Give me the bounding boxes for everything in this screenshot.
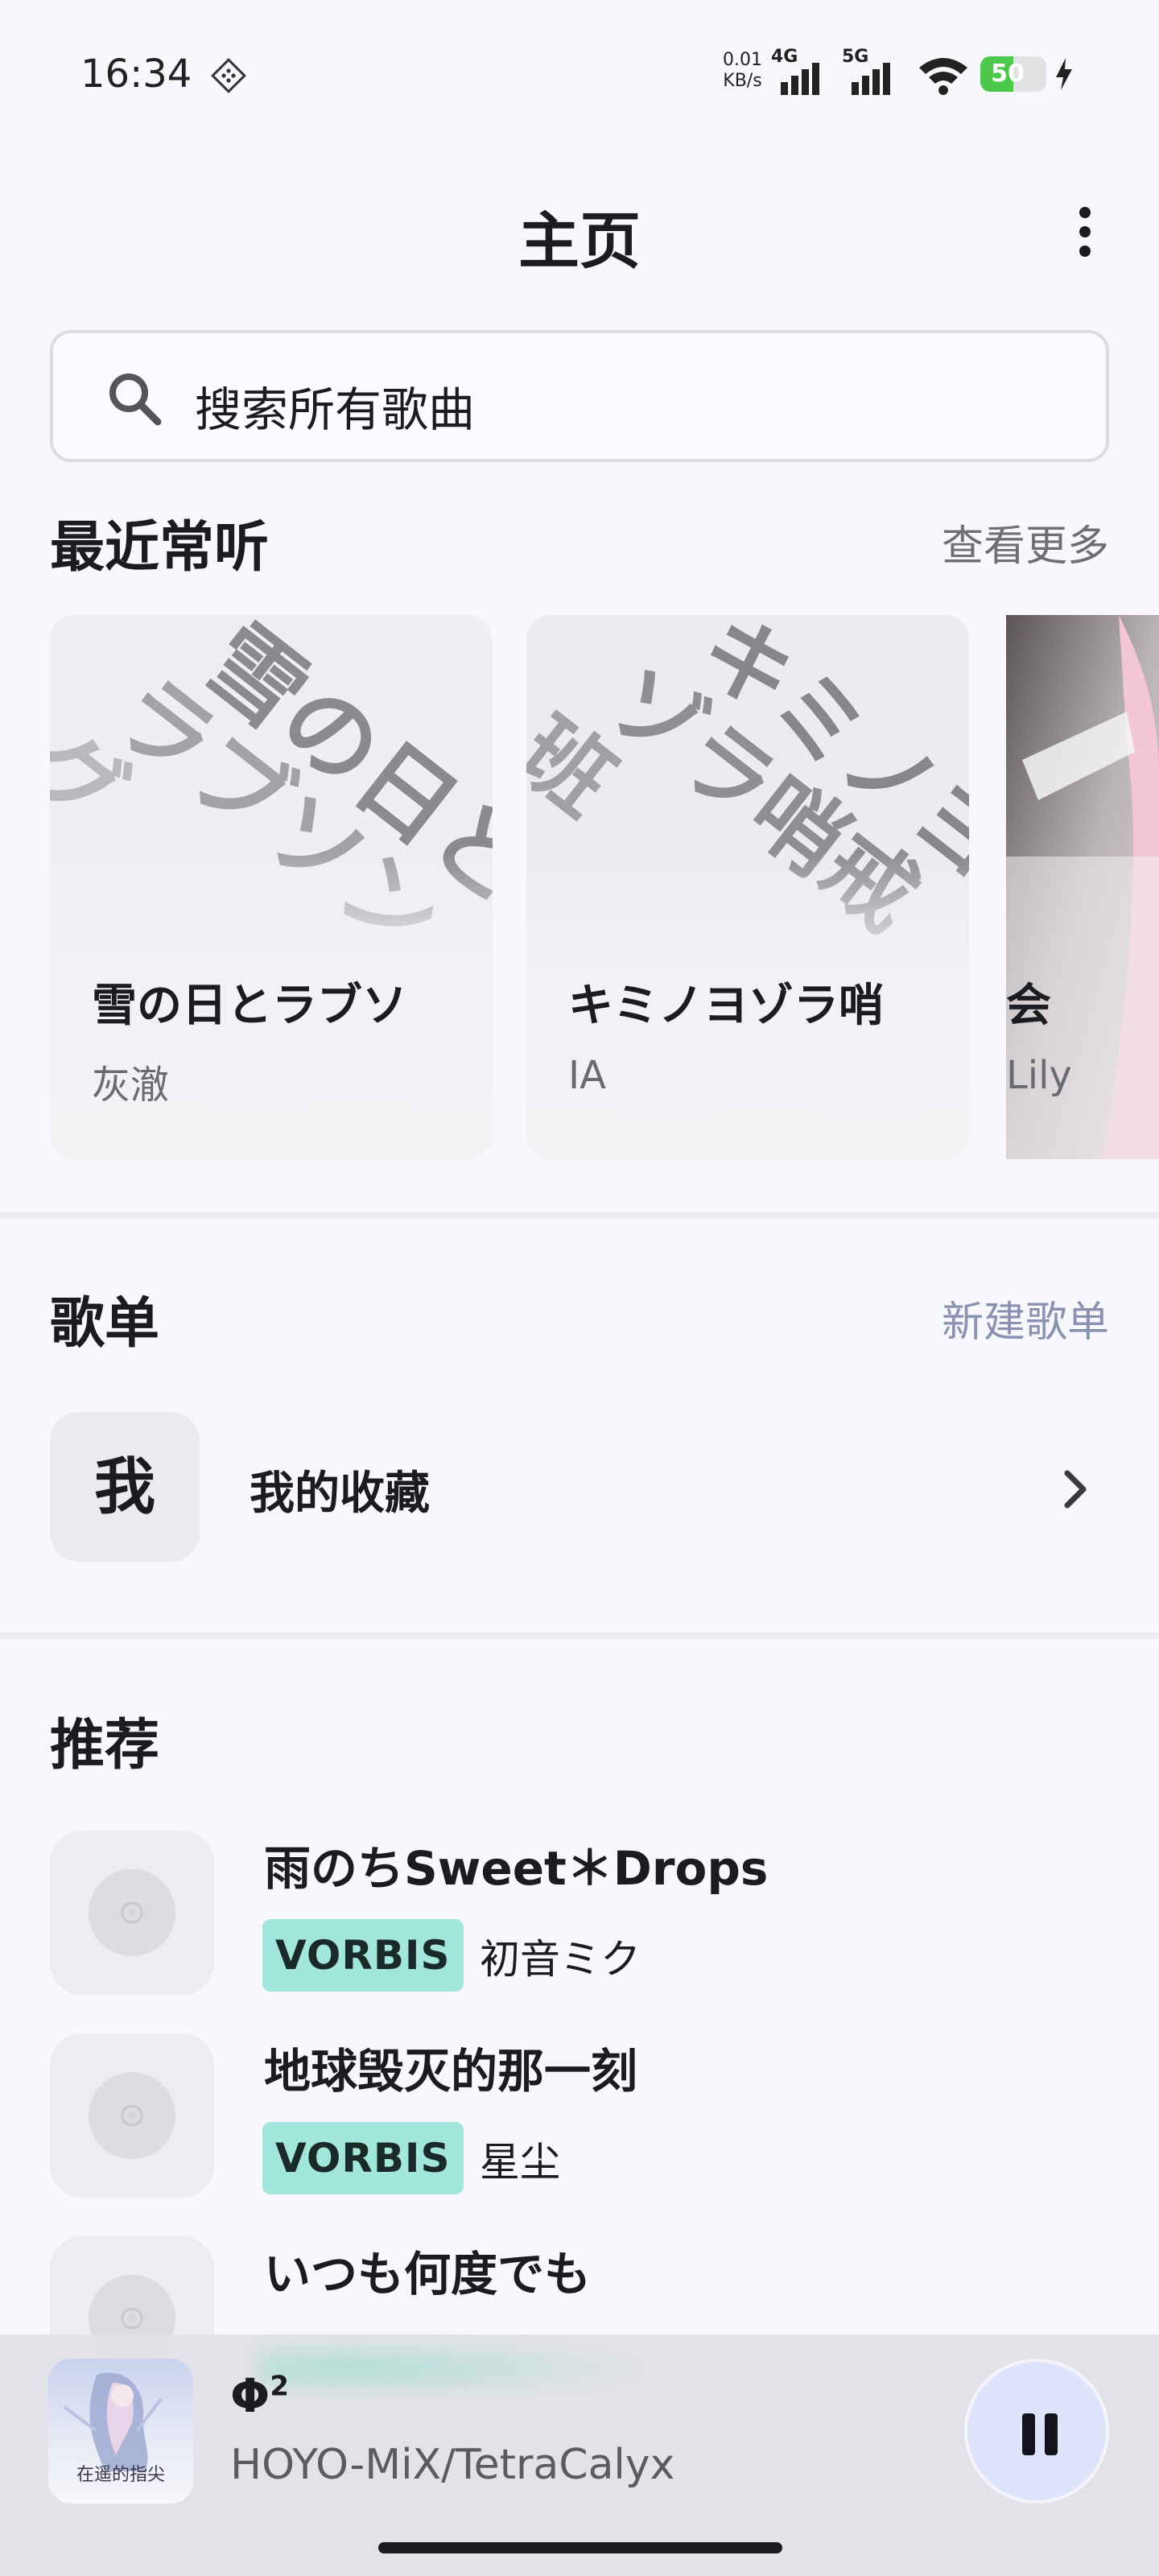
pause-button[interactable] xyxy=(964,2359,1109,2504)
playlist-item[interactable]: 我 我的收藏 xyxy=(0,1401,1159,1578)
more-options-button[interactable] xyxy=(1061,200,1109,264)
card-artist: IA xyxy=(568,1053,606,1098)
network-speed: 0.01 KB/s xyxy=(723,50,762,92)
card-title: 会 xyxy=(1006,980,1051,1032)
new-playlist-button[interactable]: 新建歌单 xyxy=(942,1288,1109,1348)
recent-card[interactable]: キミノヨ ゾラ哨戒 班 キミノヨゾラ哨 IA xyxy=(526,615,969,1159)
search-icon xyxy=(109,374,162,426)
section-divider xyxy=(0,1212,1159,1219)
cell-signal-5g: 5G xyxy=(842,47,906,95)
track-row[interactable]: 雨のちSweet＊Drops VORBIS 初音ミク xyxy=(0,1831,1159,2000)
now-playing-title: Φ2 xyxy=(230,2368,289,2423)
recent-card[interactable]: 雪の日と ラブソン グ 雪の日とラブソ 灰澈 xyxy=(50,615,493,1159)
track-title: いつも何度でも xyxy=(264,2247,592,2301)
format-tag: VORBIS xyxy=(262,1919,464,1992)
battery-level: 50 xyxy=(991,60,1025,88)
playlists-section-title: 歌单 xyxy=(50,1292,160,1356)
more-vertical-icon xyxy=(1079,207,1091,218)
now-playing-title-text: Φ xyxy=(230,2368,270,2423)
view-more-link[interactable]: 查看更多 xyxy=(942,512,1109,572)
track-artist: 初音ミク xyxy=(480,1936,641,1983)
track-title: 雨のちSweet＊Drops xyxy=(264,1841,769,1896)
signal-bars-icon xyxy=(781,63,819,95)
now-playing-title-superscript: 2 xyxy=(270,2370,289,2403)
search-placeholder: 搜索所有歌曲 xyxy=(195,382,476,437)
mini-player-backdrop xyxy=(258,2334,708,2391)
track-title: 地球毁灭的那一刻 xyxy=(264,2044,638,2099)
track-thumbnail xyxy=(50,1831,214,1995)
recent-card[interactable]: 会 Lily xyxy=(1006,615,1159,1159)
recent-section-title: 最近常听 xyxy=(50,516,270,580)
card-artist: Lily xyxy=(1006,1053,1072,1098)
playlist-avatar: 我 xyxy=(50,1412,200,1562)
format-tag: VORBIS xyxy=(262,2122,464,2194)
search-input[interactable]: 搜索所有歌曲 xyxy=(50,330,1109,462)
more-vertical-icon-dot xyxy=(1079,226,1091,237)
home-indicator[interactable] xyxy=(378,2542,782,2553)
network-speed-unit: KB/s xyxy=(723,71,762,91)
cell-signal-4g: 4G xyxy=(771,47,835,95)
playlist-name: 我的收藏 xyxy=(250,1468,430,1520)
track-thumbnail xyxy=(50,2033,214,2198)
card-artist: 灰澈 xyxy=(92,1063,170,1108)
card-title: 雪の日とラブソ xyxy=(92,980,407,1032)
battery-indicator: 50 xyxy=(980,56,1046,92)
track-artist: 星尘 xyxy=(480,2139,560,2186)
disc-icon xyxy=(89,1869,175,1956)
now-playing-artist: HOYO-MiX/TetraCalyx xyxy=(230,2441,675,2489)
disc-icon xyxy=(89,2072,175,2159)
more-vertical-icon-dot xyxy=(1079,246,1091,257)
signal-bars-icon xyxy=(852,63,890,95)
album-cover[interactable]: 在遥的指尖 xyxy=(48,2359,193,2504)
charging-bolt-icon xyxy=(1056,58,1072,90)
chevron-right-icon xyxy=(1064,1470,1087,1509)
card-title: キミノヨゾラ哨 xyxy=(568,980,884,1032)
notification-diamond-icon xyxy=(211,58,246,93)
pause-icon xyxy=(1022,2413,1035,2455)
status-bar: 16:34 0.01 KB/s 4G 5G 50 xyxy=(0,0,1159,145)
network-speed-value: 0.01 xyxy=(723,50,762,70)
recommend-section-title: 推荐 xyxy=(50,1714,160,1777)
mini-player[interactable]: 在遥的指尖 Φ2 HOYO-MiX/TetraCalyx xyxy=(0,2334,1159,2576)
status-time: 16:34 xyxy=(80,52,192,97)
section-divider xyxy=(0,1633,1159,1639)
track-row[interactable]: 地球毁灭的那一刻 VORBIS 星尘 xyxy=(0,2033,1159,2202)
wifi-icon xyxy=(919,58,967,95)
page-title: 主页 xyxy=(518,205,641,277)
pause-icon-bar xyxy=(1045,2413,1058,2455)
album-cover-caption: 在遥的指尖 xyxy=(76,2465,165,2485)
